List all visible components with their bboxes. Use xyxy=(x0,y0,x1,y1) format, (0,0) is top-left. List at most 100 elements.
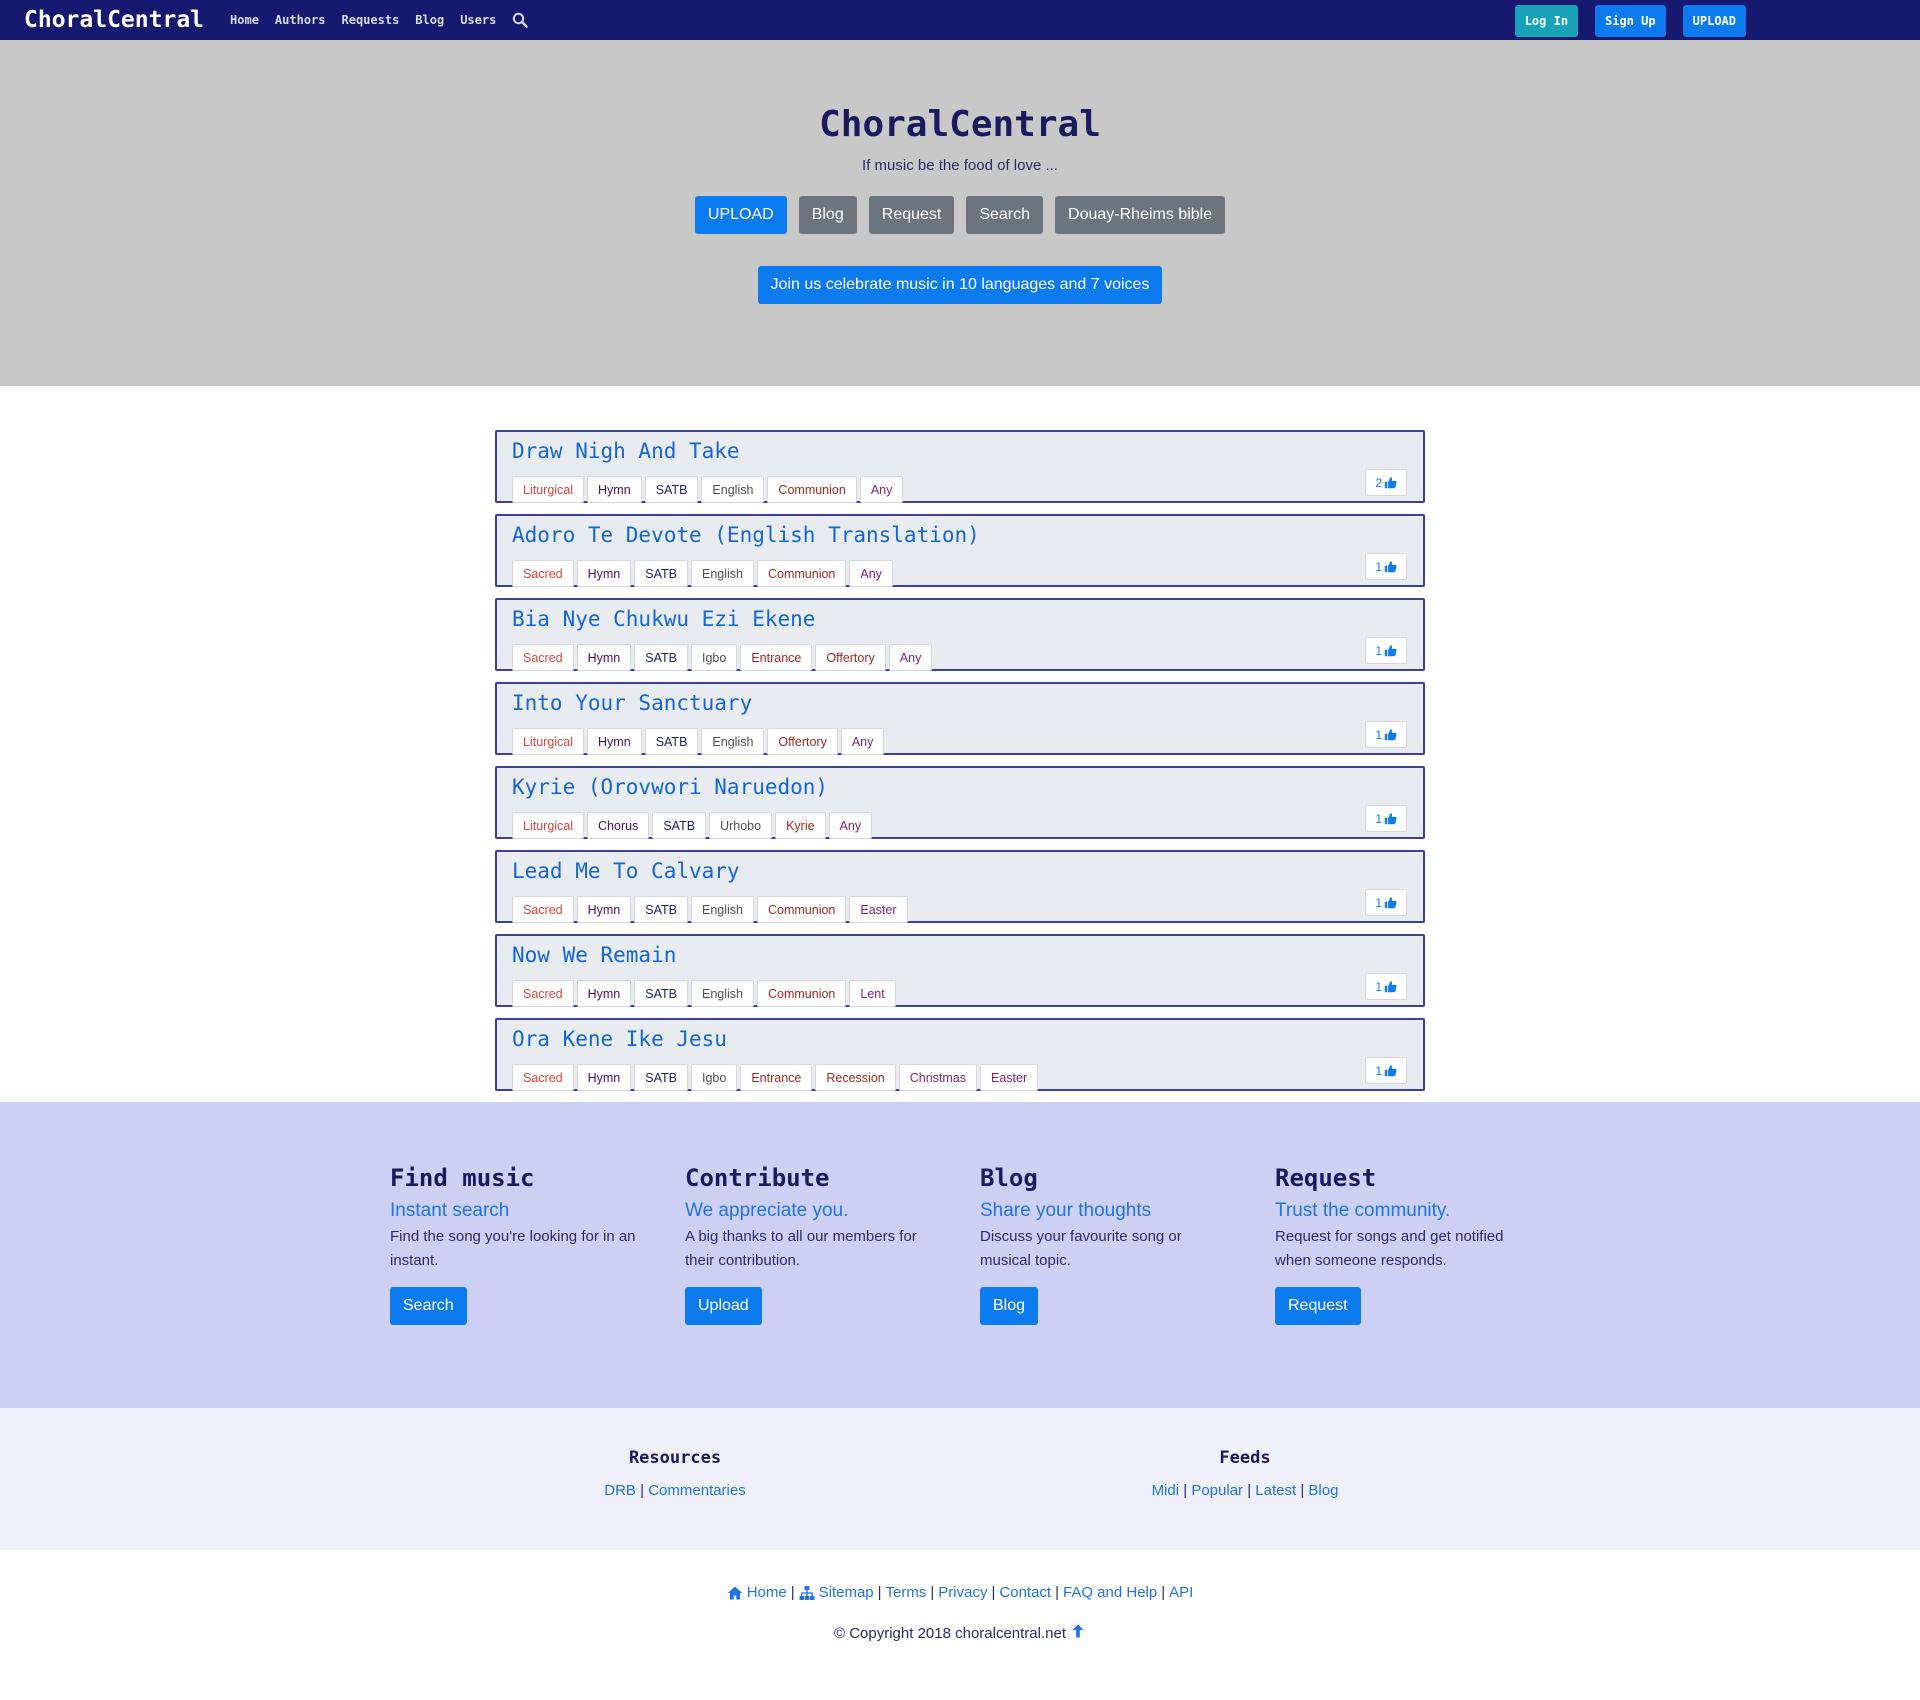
login-button[interactable]: Log In xyxy=(1514,5,1579,37)
tag-language[interactable]: English xyxy=(701,728,765,755)
nav-upload-button[interactable]: UPLOAD xyxy=(1682,5,1746,37)
tag-season[interactable]: Christmas xyxy=(898,1064,978,1091)
feature-request-button[interactable]: Request xyxy=(1275,1287,1361,1325)
tag-part[interactable]: Communion xyxy=(757,896,847,923)
footer-faq-link[interactable]: FAQ and Help xyxy=(1063,1584,1157,1601)
back-to-top-link[interactable] xyxy=(1070,1623,1086,1643)
hero-request-button[interactable]: Request xyxy=(868,196,955,234)
join-button[interactable]: Join us celebrate music in 10 languages … xyxy=(757,266,1163,304)
tag-type[interactable]: Hymn xyxy=(576,980,632,1007)
tag-part[interactable]: Entrance xyxy=(740,1064,813,1091)
hero-blog-button[interactable]: Blog xyxy=(798,196,857,234)
feature-blog-button[interactable]: Blog xyxy=(980,1287,1039,1325)
signup-button[interactable]: Sign Up xyxy=(1595,5,1666,37)
tag-part[interactable]: Communion xyxy=(757,980,847,1007)
tag-part[interactable]: Entrance xyxy=(740,644,813,671)
tag-category[interactable]: Liturgical xyxy=(512,476,585,503)
tag-season[interactable]: Lent xyxy=(849,980,896,1007)
nav-home[interactable]: Home xyxy=(230,13,259,27)
tag-season[interactable]: Easter xyxy=(980,1064,1039,1091)
tag-voicing[interactable]: SATB xyxy=(644,728,699,755)
like-button[interactable]: 1 xyxy=(1365,1057,1407,1084)
tag-type[interactable]: Hymn xyxy=(587,476,642,503)
tag-category[interactable]: Sacred xyxy=(512,980,574,1007)
tag-season[interactable]: Any xyxy=(859,476,904,503)
latest-feed-link[interactable]: Latest xyxy=(1255,1482,1296,1499)
tag-language[interactable]: Igbo xyxy=(691,644,738,671)
song-title[interactable]: Lead Me To Calvary xyxy=(512,856,1409,888)
footer-sitemap-link[interactable]: Sitemap xyxy=(799,1584,874,1601)
tag-type[interactable]: Chorus xyxy=(587,812,650,839)
tag-season[interactable]: Any xyxy=(840,728,885,755)
tag-category[interactable]: Sacred xyxy=(512,560,574,587)
like-button[interactable]: 1 xyxy=(1365,721,1407,748)
tag-language[interactable]: English xyxy=(691,560,754,587)
like-button[interactable]: 2 xyxy=(1365,469,1407,496)
footer-privacy-link[interactable]: Privacy xyxy=(938,1584,987,1601)
tag-type[interactable]: Hymn xyxy=(576,896,632,923)
tag-voicing[interactable]: SATB xyxy=(652,812,707,839)
tag-voicing[interactable]: SATB xyxy=(634,1064,688,1091)
tag-type[interactable]: Hymn xyxy=(576,1064,632,1091)
popular-feed-link[interactable]: Popular xyxy=(1191,1482,1243,1499)
footer-api-link[interactable]: API xyxy=(1169,1584,1193,1601)
tag-language[interactable]: Urhobo xyxy=(709,812,773,839)
song-title[interactable]: Bia Nye Chukwu Ezi Ekene xyxy=(512,604,1409,636)
tag-part[interactable]: Recession xyxy=(815,1064,896,1091)
drb-link[interactable]: DRB xyxy=(604,1482,636,1499)
tag-category[interactable]: Sacred xyxy=(512,896,574,923)
tag-language[interactable]: Igbo xyxy=(691,1064,738,1091)
tag-voicing[interactable]: SATB xyxy=(644,476,699,503)
brand-logo[interactable]: ChoralCentral xyxy=(24,7,204,33)
song-title[interactable]: Draw Nigh And Take xyxy=(512,436,1409,468)
tag-part[interactable]: Offertory xyxy=(767,728,838,755)
tag-part[interactable]: Communion xyxy=(767,476,857,503)
nav-requests[interactable]: Requests xyxy=(342,13,400,27)
footer-home-link[interactable]: Home xyxy=(727,1584,787,1601)
tag-voicing[interactable]: SATB xyxy=(634,560,688,587)
blog-feed-link[interactable]: Blog xyxy=(1308,1482,1338,1499)
like-button[interactable]: 1 xyxy=(1365,889,1407,916)
tag-type[interactable]: Hymn xyxy=(576,560,632,587)
tag-part[interactable]: Offertory xyxy=(815,644,886,671)
hero-upload-button[interactable]: UPLOAD xyxy=(694,196,787,234)
nav-authors[interactable]: Authors xyxy=(275,13,326,27)
tag-voicing[interactable]: SATB xyxy=(634,980,688,1007)
tag-voicing[interactable]: SATB xyxy=(634,644,688,671)
tag-language[interactable]: English xyxy=(691,980,754,1007)
feature-search-button[interactable]: Search xyxy=(390,1287,467,1325)
tag-category[interactable]: Sacred xyxy=(512,644,574,671)
like-button[interactable]: 1 xyxy=(1365,553,1407,580)
like-button[interactable]: 1 xyxy=(1365,637,1407,664)
commentaries-link[interactable]: Commentaries xyxy=(648,1482,746,1499)
song-title[interactable]: Kyrie (Orovwori Naruedon) xyxy=(512,772,1409,804)
footer-contact-link[interactable]: Contact xyxy=(999,1584,1051,1601)
hero-search-button[interactable]: Search xyxy=(966,196,1044,234)
tag-part[interactable]: Communion xyxy=(757,560,847,587)
song-title[interactable]: Into Your Sanctuary xyxy=(512,688,1409,720)
tag-part[interactable]: Kyrie xyxy=(775,812,826,839)
song-title[interactable]: Adoro Te Devote (English Translation) xyxy=(512,520,1409,552)
search-icon[interactable] xyxy=(512,12,529,28)
song-title[interactable]: Ora Kene Ike Jesu xyxy=(512,1024,1409,1056)
footer-terms-link[interactable]: Terms xyxy=(886,1584,927,1601)
tag-type[interactable]: Hymn xyxy=(587,728,642,755)
tag-language[interactable]: English xyxy=(691,896,754,923)
tag-language[interactable]: English xyxy=(701,476,765,503)
song-title[interactable]: Now We Remain xyxy=(512,940,1409,972)
tag-category[interactable]: Liturgical xyxy=(512,812,585,839)
tag-season[interactable]: Any xyxy=(849,560,893,587)
tag-season[interactable]: Any xyxy=(828,812,873,839)
tag-category[interactable]: Liturgical xyxy=(512,728,585,755)
like-button[interactable]: 1 xyxy=(1365,973,1407,1000)
nav-blog[interactable]: Blog xyxy=(415,13,444,27)
nav-users[interactable]: Users xyxy=(460,13,496,27)
tag-voicing[interactable]: SATB xyxy=(634,896,688,923)
midi-feed-link[interactable]: Midi xyxy=(1152,1482,1180,1499)
tag-type[interactable]: Hymn xyxy=(576,644,632,671)
like-button[interactable]: 1 xyxy=(1365,805,1407,832)
feature-upload-button[interactable]: Upload xyxy=(685,1287,762,1325)
tag-category[interactable]: Sacred xyxy=(512,1064,574,1091)
tag-season[interactable]: Any xyxy=(888,644,933,671)
tag-season[interactable]: Easter xyxy=(849,896,908,923)
